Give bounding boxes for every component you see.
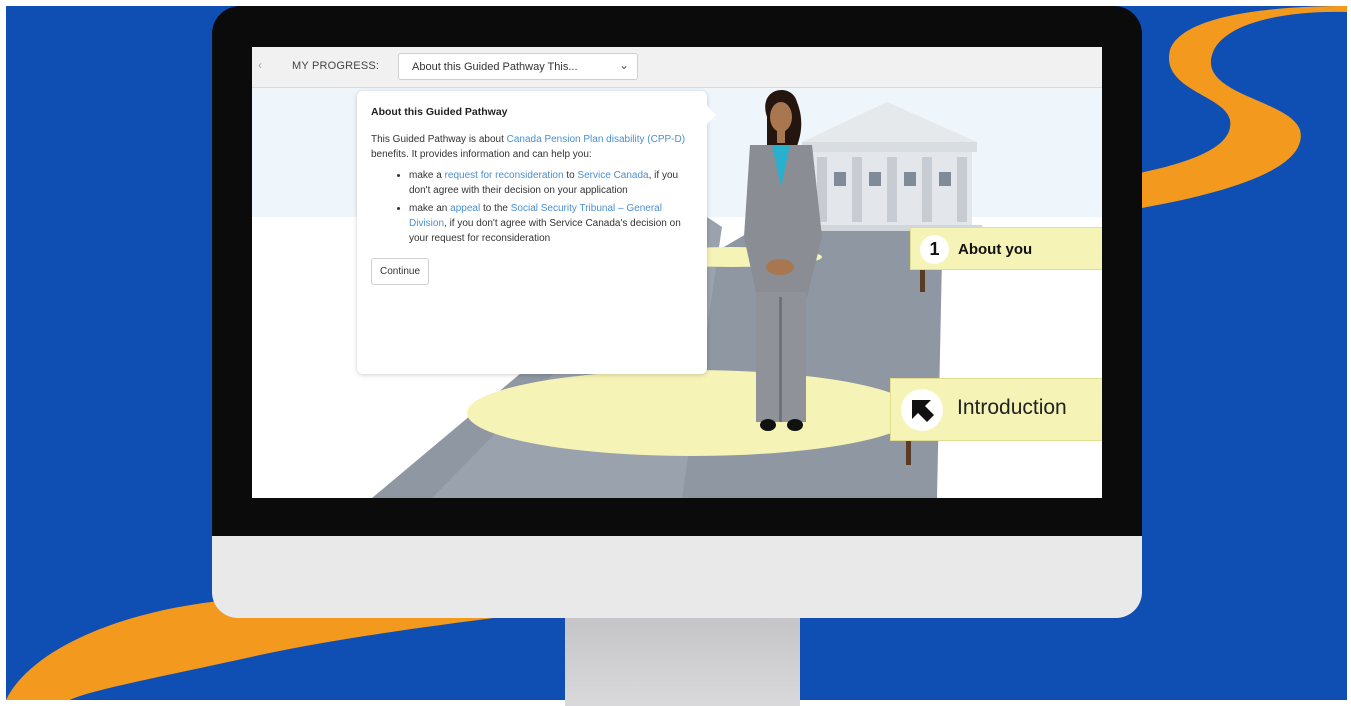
introduction-label: Introduction [957, 396, 1067, 419]
guided-pathway-screen: ‹ MY PROGRESS: About this Guided Pathway… [252, 47, 1102, 498]
about-you-label: About you [958, 241, 1033, 258]
arrow-up-left-icon [901, 389, 943, 431]
item-text: , if you don't agree with Service Canada… [409, 218, 681, 244]
card-title: About this Guided Pathway [371, 106, 508, 118]
help-list: make a request for reconsideration to Se… [371, 168, 695, 246]
about-you-signpost[interactable]: 1 About you [910, 227, 1102, 270]
progress-toolbar: ‹ MY PROGRESS: About this Guided Pathway… [252, 47, 1102, 88]
chevron-down-icon: ⌄ [618, 58, 629, 72]
government-building-icon [797, 102, 982, 231]
progress-dropdown-value: About this Guided Pathway This... [412, 61, 578, 73]
appeal-link[interactable]: appeal [450, 203, 480, 214]
list-item: make a request for reconsideration to Se… [409, 168, 695, 198]
promo-scene: ‹ MY PROGRESS: About this Guided Pathway… [0, 0, 1351, 706]
service-canada-link[interactable]: Service Canada [577, 170, 648, 181]
progress-label: MY PROGRESS: [292, 60, 380, 72]
card-intro: This Guided Pathway is about Canada Pens… [371, 132, 695, 162]
item-text: make an [409, 203, 451, 214]
item-text: to [563, 170, 578, 181]
intro-text: This Guided Pathway is about [371, 134, 507, 145]
cpp-d-link[interactable]: Canada Pension Plan disability (CPP-D) [507, 134, 685, 145]
list-item: make an appeal to the Social Security Tr… [409, 201, 695, 246]
intro-text-suffix: benefits. It provides information and ca… [371, 149, 592, 160]
progress-dropdown[interactable]: About this Guided Pathway This... ⌄ [398, 53, 638, 80]
reconsideration-link[interactable]: request for reconsideration [445, 170, 564, 181]
monitor-stand [565, 618, 800, 706]
introduction-signpost[interactable]: Introduction [890, 378, 1102, 441]
continue-button[interactable]: Continue [371, 258, 430, 285]
step-number-badge: 1 [920, 235, 949, 264]
chevron-left-icon[interactable]: ‹ [258, 58, 262, 72]
monitor-chin [212, 536, 1142, 618]
item-text: to the [480, 203, 511, 214]
item-text: make a [409, 170, 445, 181]
about-pathway-card: About this Guided Pathway This Guided Pa… [357, 91, 716, 374]
